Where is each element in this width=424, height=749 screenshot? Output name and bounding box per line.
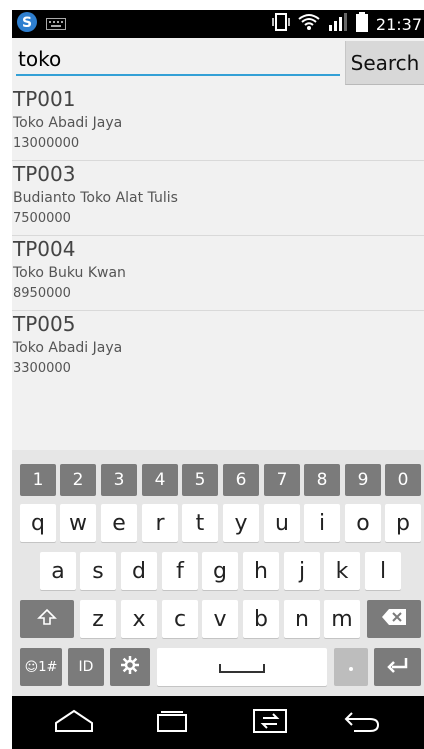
key-a[interactable]: a xyxy=(40,552,76,590)
key-f[interactable]: f xyxy=(162,552,198,590)
key-y[interactable]: y xyxy=(223,504,259,542)
key-k[interactable]: k xyxy=(324,552,360,590)
symbols-key[interactable]: ☺1# xyxy=(20,648,62,686)
key-c[interactable]: c xyxy=(162,600,198,638)
period-icon xyxy=(347,659,355,675)
key-1[interactable]: 1 xyxy=(20,464,56,496)
space-key[interactable] xyxy=(157,648,327,686)
navigation-bar xyxy=(12,696,424,749)
backspace-icon xyxy=(381,608,407,630)
key-r[interactable]: r xyxy=(142,504,178,542)
space-bar-icon xyxy=(219,658,265,677)
search-button[interactable]: Search xyxy=(345,41,424,85)
key-2[interactable]: 2 xyxy=(60,464,96,496)
battery-icon xyxy=(355,12,368,36)
list-item[interactable]: TP003 Budianto Toko Alat Tulis 7500000 xyxy=(12,161,424,236)
recent-apps-button[interactable] xyxy=(152,706,192,740)
vibrate-icon xyxy=(272,12,290,36)
dual-window-icon xyxy=(250,707,290,739)
key-t[interactable]: t xyxy=(182,504,218,542)
key-d[interactable]: d xyxy=(121,552,157,590)
key-l[interactable]: l xyxy=(365,552,401,590)
dual-window-button[interactable] xyxy=(250,706,290,740)
period-key[interactable] xyxy=(334,648,368,686)
search-input[interactable] xyxy=(16,44,340,76)
key-v[interactable]: v xyxy=(202,600,238,638)
key-g[interactable]: g xyxy=(202,552,238,590)
key-s[interactable]: s xyxy=(80,552,116,590)
list-item[interactable]: TP004 Toko Buku Kwan 8950000 xyxy=(12,236,424,311)
item-price: 8950000 xyxy=(13,286,71,301)
item-code: TP004 xyxy=(13,237,76,261)
wifi-icon xyxy=(298,13,320,35)
shift-icon xyxy=(37,607,57,631)
svg-text:S: S xyxy=(22,15,32,31)
id-key[interactable]: ID xyxy=(68,648,104,686)
clock: 21:37 xyxy=(375,14,422,34)
key-9[interactable]: 9 xyxy=(345,464,381,496)
item-name: Toko Buku Kwan xyxy=(13,265,126,281)
key-m[interactable]: m xyxy=(324,600,360,638)
key-x[interactable]: x xyxy=(121,600,157,638)
backspace-key[interactable] xyxy=(367,600,421,638)
key-w[interactable]: w xyxy=(60,504,96,542)
key-b[interactable]: b xyxy=(243,600,279,638)
item-price: 7500000 xyxy=(13,211,71,226)
back-icon xyxy=(342,709,382,737)
list-item[interactable]: TP001 Toko Abadi Jaya 13000000 xyxy=(12,86,424,161)
app-s-icon: S xyxy=(16,11,38,37)
status-bar: S 21:37 xyxy=(12,10,424,38)
signal-icon xyxy=(328,13,348,35)
key-e[interactable]: e xyxy=(101,504,137,542)
item-price: 3300000 xyxy=(13,361,71,376)
back-button[interactable] xyxy=(342,706,382,740)
key-i[interactable]: i xyxy=(304,504,340,542)
key-7[interactable]: 7 xyxy=(264,464,300,496)
item-name: Toko Abadi Jaya xyxy=(13,340,123,356)
key-3[interactable]: 3 xyxy=(101,464,137,496)
key-5[interactable]: 5 xyxy=(182,464,218,496)
results-list: TP001 Toko Abadi Jaya 13000000 TP003 Bud… xyxy=(12,86,424,386)
item-code: TP003 xyxy=(13,162,76,186)
key-6[interactable]: 6 xyxy=(223,464,259,496)
key-4[interactable]: 4 xyxy=(142,464,178,496)
enter-icon xyxy=(386,656,409,678)
item-name: Budianto Toko Alat Tulis xyxy=(13,190,178,206)
screen: S 21:37 Search xyxy=(0,0,424,749)
list-item[interactable]: TP005 Toko Abadi Jaya 3300000 xyxy=(12,311,424,386)
key-o[interactable]: o xyxy=(345,504,381,542)
app-content: Search TP001 Toko Abadi Jaya 13000000 TP… xyxy=(12,38,424,450)
item-code: TP001 xyxy=(13,87,76,111)
item-price: 13000000 xyxy=(13,136,80,151)
key-u[interactable]: u xyxy=(264,504,300,542)
key-z[interactable]: z xyxy=(80,600,116,638)
key-h[interactable]: h xyxy=(243,552,279,590)
shift-key[interactable] xyxy=(20,600,74,638)
item-name: Toko Abadi Jaya xyxy=(13,115,123,131)
gear-icon xyxy=(120,655,140,679)
key-q[interactable]: q xyxy=(20,504,56,542)
home-icon xyxy=(54,709,94,737)
keyboard-notification-icon xyxy=(46,15,66,34)
key-0[interactable]: 0 xyxy=(385,464,421,496)
search-bar: Search xyxy=(12,38,424,86)
key-8[interactable]: 8 xyxy=(304,464,340,496)
key-j[interactable]: j xyxy=(284,552,320,590)
enter-key[interactable] xyxy=(374,648,421,686)
key-p[interactable]: p xyxy=(385,504,421,542)
recent-apps-icon xyxy=(152,709,192,737)
item-code: TP005 xyxy=(13,312,76,336)
key-n[interactable]: n xyxy=(284,600,320,638)
settings-key[interactable] xyxy=(110,648,150,686)
soft-keyboard: 1 2 3 4 5 6 7 8 9 0 q w e r t y u i o p … xyxy=(12,450,424,696)
home-button[interactable] xyxy=(54,706,94,740)
